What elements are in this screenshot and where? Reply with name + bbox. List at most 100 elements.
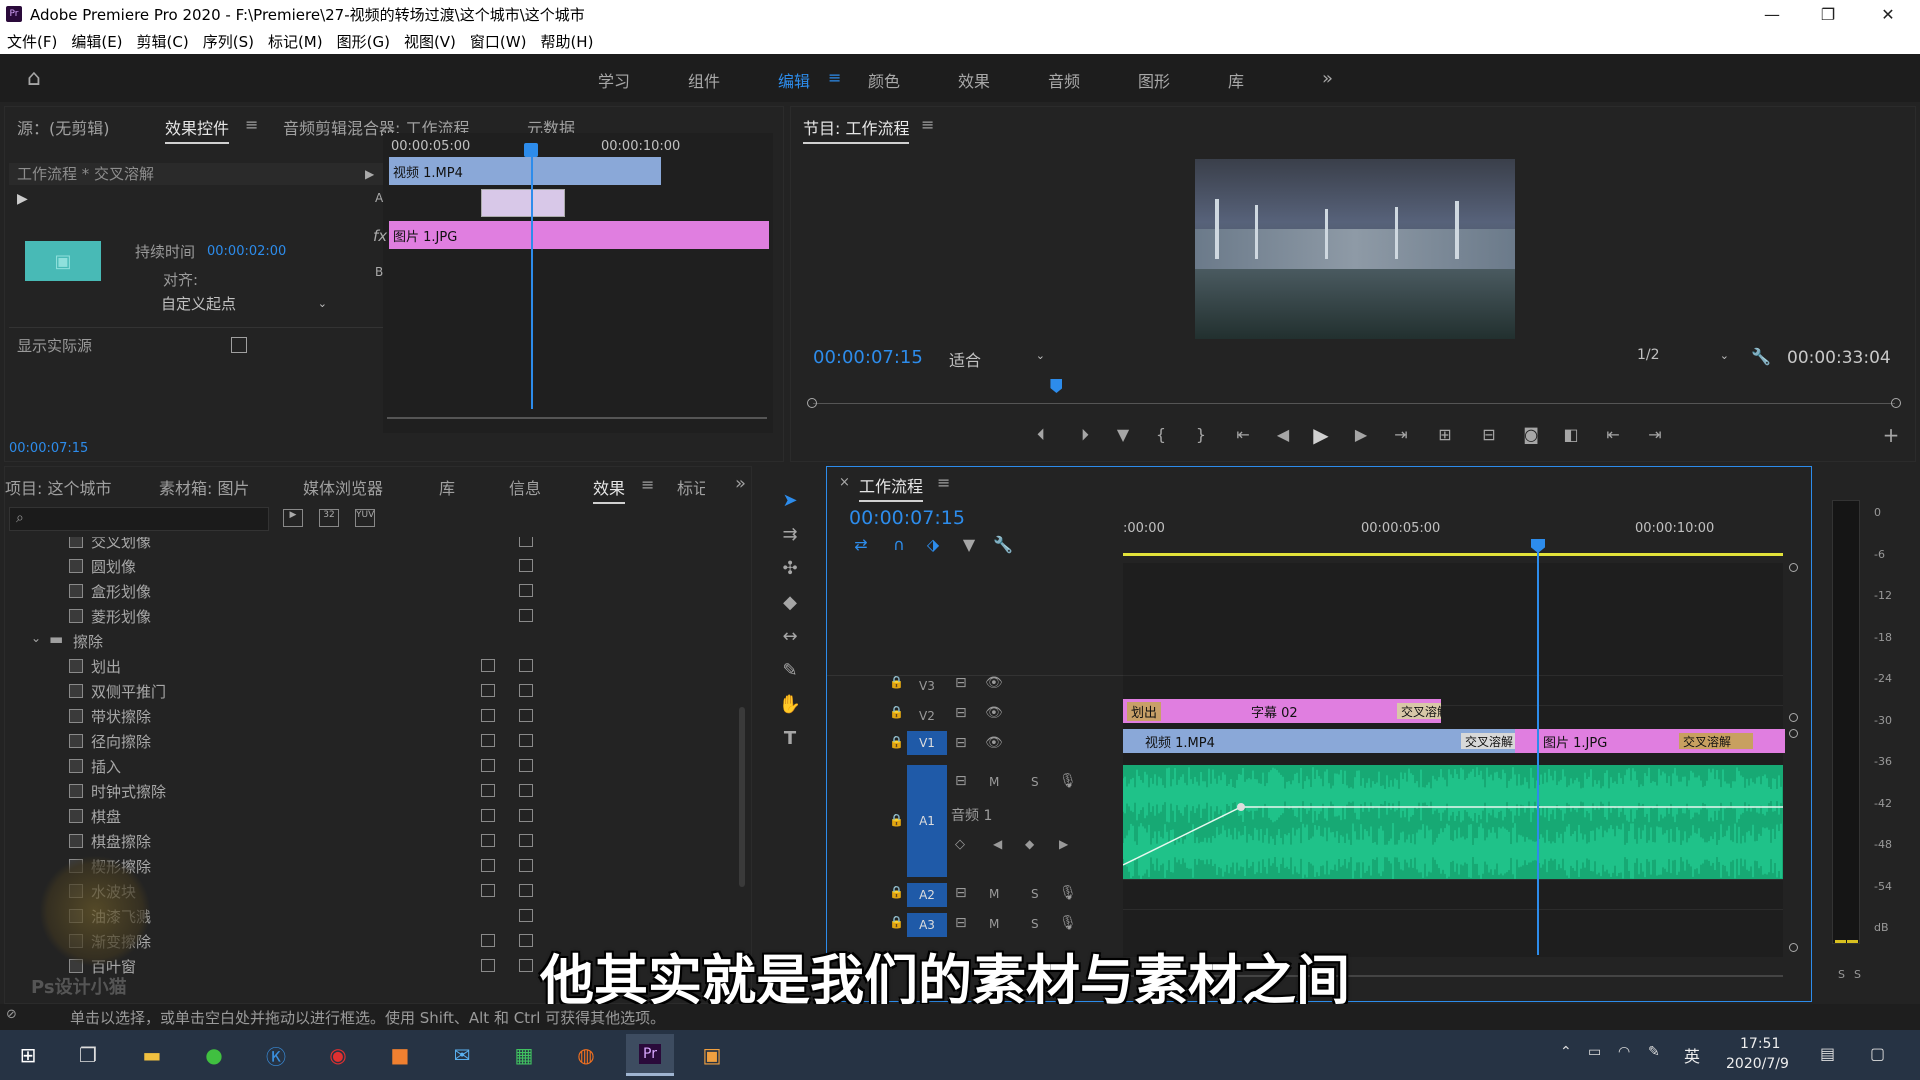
menu-clip[interactable]: 剪辑(C) (137, 31, 189, 52)
task-view-icon[interactable]: ❐ (68, 1038, 108, 1072)
media-player-icon[interactable]: ◉ (318, 1038, 358, 1072)
solo-right-button[interactable]: S (1854, 968, 1861, 981)
effect-controls-timecode[interactable]: 00:00:07:15 (9, 441, 88, 456)
notification-center-icon[interactable]: ▢ (1870, 1044, 1885, 1063)
add-keyframe-icon[interactable]: ◆ (1025, 837, 1034, 851)
comparison-view-icon[interactable]: ◧ (1557, 425, 1585, 444)
snap-magnet-icon[interactable]: ∩ (887, 535, 911, 554)
eye-icon[interactable]: 👁 (985, 675, 1003, 691)
clip-v2-wipe[interactable]: 划出 (1123, 699, 1233, 723)
track-label-a2[interactable]: A2 (907, 883, 947, 907)
microphone-icon[interactable]: 🎙 (1059, 885, 1077, 901)
32-bit-effects-icon[interactable]: 32 (319, 509, 339, 527)
settings-wrench-icon[interactable]: 🔧 (1751, 347, 1771, 366)
track-select-tool-icon[interactable]: ⇉ (778, 524, 802, 548)
timeline-playhead[interactable] (1537, 549, 1539, 955)
solo-button[interactable]: S (1031, 887, 1039, 901)
clock-time[interactable]: 17:51 (1740, 1036, 1780, 1052)
workspace-assembly[interactable]: 组件 (688, 68, 720, 92)
scrub-end-handle[interactable] (1891, 398, 1901, 408)
tab-bin[interactable]: 素材箱: 图片 (159, 475, 249, 499)
add-marker-icon[interactable]: ▼ (1109, 425, 1137, 444)
eye-icon[interactable]: 👁 (985, 705, 1003, 721)
microphone-icon[interactable]: 🎙 (1059, 915, 1077, 931)
minimize-button[interactable]: — (1744, 0, 1800, 28)
lift-icon[interactable]: ⊞ (1431, 425, 1459, 444)
menu-sequence[interactable]: 序列(S) (203, 31, 254, 52)
timeline-playhead-handle[interactable] (1531, 539, 1545, 553)
panel-menu-icon[interactable]: ≡ (937, 473, 950, 492)
file-explorer-icon[interactable]: ▬ (132, 1038, 172, 1072)
go-to-in-icon[interactable]: ⇤ (1229, 425, 1257, 444)
ime-indicator[interactable]: 英 (1684, 1043, 1700, 1067)
lock-icon[interactable]: 🔒 (889, 705, 904, 719)
extract-icon[interactable]: ⊟ (1475, 425, 1503, 444)
effects-scrollbar[interactable] (739, 707, 745, 887)
ripple-edit-tool-icon[interactable]: ✣ (778, 558, 802, 582)
list-item[interactable]: 棋盘擦除 (5, 829, 565, 854)
tab-source[interactable]: 源：(无剪辑) (17, 115, 110, 139)
tab-effect-controls[interactable]: 效果控件 (165, 115, 230, 144)
panel-menu-icon[interactable]: ≡ (921, 115, 934, 134)
duration-value[interactable]: 00:00:02:00 (207, 244, 286, 259)
program-monitor-title[interactable]: 节目: 工作流程 (803, 115, 910, 144)
mute-button[interactable]: M (989, 917, 999, 931)
solo-button[interactable]: S (1031, 775, 1039, 789)
spreadsheet-icon[interactable]: ▦ (504, 1038, 544, 1072)
add-marker-icon[interactable]: ▼ (957, 535, 981, 554)
step-back-icon[interactable]: ◀ (1269, 425, 1297, 444)
list-item[interactable]: 划出 (5, 654, 565, 679)
tab-media-browser[interactable]: 媒体浏览器 (303, 475, 383, 499)
audio-clip-a1[interactable] (1123, 765, 1783, 879)
mute-button[interactable]: M (989, 775, 999, 789)
selection-tool-icon[interactable]: ➤ (778, 490, 802, 514)
clip-b[interactable]: 图片 1.JPG (389, 221, 769, 249)
browser-360-icon[interactable]: ● (194, 1038, 234, 1072)
transition-v2-cross-dissolve[interactable]: 交叉溶解 (1397, 703, 1441, 719)
program-playhead[interactable] (1050, 379, 1063, 393)
eye-icon[interactable]: 👁 (985, 735, 1003, 751)
timeline-title[interactable]: 工作流程 (859, 473, 924, 502)
taskbar-premiere-active[interactable]: Pr (626, 1034, 674, 1076)
program-timecode[interactable]: 00:00:07:15 (813, 347, 923, 368)
workspace-menu-icon[interactable]: ≡ (828, 68, 841, 87)
timeline-timecode[interactable]: 00:00:07:15 (849, 507, 965, 529)
show-actual-sources-checkbox[interactable] (231, 337, 247, 353)
transition-block[interactable] (481, 189, 565, 217)
workspace-learn[interactable]: 学习 (598, 68, 630, 92)
lock-icon[interactable]: 🔒 (889, 813, 904, 827)
windows-start-icon[interactable]: ⊞ (8, 1038, 48, 1072)
collapse-arrow-icon[interactable]: ▶ (365, 167, 374, 181)
clip-v1-video[interactable]: 视频 1.MP4 (1123, 729, 1515, 753)
pen-tool-icon[interactable]: ✎ (778, 660, 802, 684)
slip-tool-icon[interactable]: ↔ (778, 626, 802, 650)
nest-toggle-icon[interactable]: ⇄ (849, 535, 873, 554)
microphone-icon[interactable]: 🎙 (1059, 773, 1077, 789)
tab-effects[interactable]: 效果 (593, 475, 626, 504)
clip-a[interactable]: 视频 1.MP4 (389, 157, 661, 185)
list-item[interactable]: 棋盘 (5, 804, 565, 829)
menu-help[interactable]: 帮助(H) (540, 31, 593, 52)
menu-graphics[interactable]: 图形(G) (337, 31, 390, 52)
sync-lock-icon[interactable]: ⊟ (955, 773, 967, 789)
mark-in-bracket-icon[interactable]: { (1147, 425, 1175, 444)
more-tabs-icon[interactable]: » (735, 473, 746, 494)
transition-v1-end-cross-dissolve[interactable]: 交叉溶解 (1679, 733, 1753, 749)
notes-icon[interactable]: ▤ (1820, 1044, 1835, 1063)
hand-tool-icon[interactable]: ✋ (778, 694, 802, 718)
go-to-next-edit-icon[interactable]: ⇥ (1641, 425, 1669, 444)
accelerated-effects-icon[interactable]: ▶ (283, 509, 303, 527)
go-to-out-icon[interactable]: ⇥ (1387, 425, 1415, 444)
timeline-vertical-scrollbar[interactable] (1787, 563, 1799, 963)
menu-edit[interactable]: 编辑(E) (71, 31, 122, 52)
sync-lock-icon[interactable]: ⊟ (955, 885, 967, 901)
linked-selection-icon[interactable]: ⬗ (921, 535, 945, 554)
menu-file[interactable]: 文件(F) (7, 31, 57, 52)
tray-chevron-up-icon[interactable]: ⌃ (1560, 1044, 1572, 1060)
kugou-icon[interactable]: Ⓚ (256, 1038, 296, 1072)
razor-tool-icon[interactable]: ◆ (778, 592, 802, 616)
photo-viewer-icon[interactable]: ▣ (692, 1038, 732, 1072)
clock-date[interactable]: 2020/7/9 (1726, 1056, 1789, 1072)
mute-button[interactable]: M (989, 887, 999, 901)
tab-project[interactable]: 项目: 这个城市 (5, 475, 111, 499)
